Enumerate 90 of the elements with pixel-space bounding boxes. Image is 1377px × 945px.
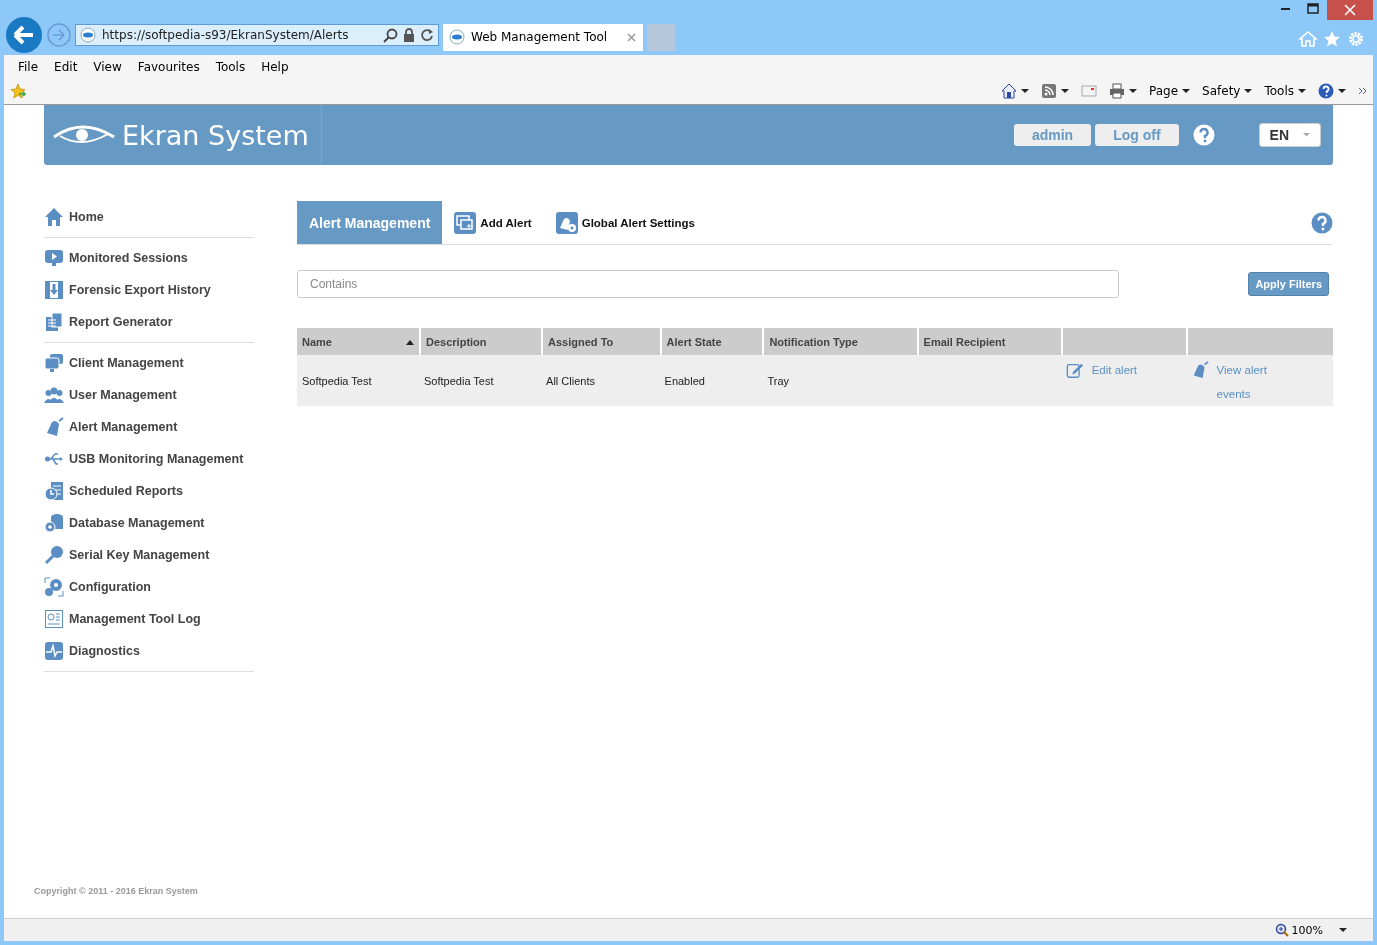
help-icon[interactable]	[1192, 124, 1215, 146]
caret-icon	[1298, 89, 1306, 93]
menu-item[interactable]: View	[85, 59, 130, 74]
menu-item[interactable]: File	[10, 59, 47, 74]
sidebar-item[interactable]: Diagnostics	[44, 635, 254, 667]
refresh-icon[interactable]	[420, 28, 434, 42]
copyright-text: Copyright © 2011 - 2016 Ekran System	[34, 886, 199, 898]
caret-icon	[1244, 89, 1253, 93]
house-icon	[44, 207, 64, 227]
close-icon[interactable]	[626, 31, 637, 43]
menu-item[interactable]: Favourites	[129, 59, 208, 74]
language-dropdown[interactable]: EN	[1258, 123, 1321, 147]
computers-icon	[44, 353, 64, 373]
sidebar-item[interactable]: Database Management	[44, 507, 254, 539]
caret-icon	[1182, 89, 1191, 93]
help-icon	[1318, 83, 1334, 99]
caret-icon	[1338, 89, 1346, 93]
lock-icon	[402, 28, 416, 42]
column-header[interactable]: Email Recipient	[916, 328, 1061, 355]
help-icon[interactable]	[1311, 211, 1333, 234]
column-header[interactable]: Name	[297, 328, 420, 355]
column-header[interactable]: Assigned To	[541, 328, 660, 355]
bell-icon	[44, 417, 64, 437]
url-text: https://softpedia-s93/EkranSystem/Alerts	[102, 28, 350, 42]
address-bar[interactable]: https://softpedia-s93/EkranSystem/Alerts	[75, 24, 439, 46]
favorites-star-icon[interactable]	[10, 82, 27, 100]
sidebar-item[interactable]: Client Management	[44, 347, 254, 379]
column-header[interactable]: Description	[419, 328, 542, 355]
home-menu-button[interactable]	[1001, 83, 1029, 99]
command-menu[interactable]: Safety	[1202, 84, 1253, 98]
menu-item[interactable]: Help	[253, 59, 297, 74]
table-cell: Enabled	[664, 374, 705, 387]
sidebar-item[interactable]: User Management	[44, 379, 254, 411]
add-screen-icon	[454, 211, 477, 234]
command-menu[interactable]: Tools	[1264, 84, 1306, 98]
caret-icon	[1021, 89, 1029, 93]
zoom-button[interactable]: 100%	[1274, 923, 1323, 937]
column-header[interactable]: Notification Type	[762, 328, 917, 355]
logo-text: Ekran System	[122, 119, 309, 151]
sidebar-item[interactable]: Report Generator	[44, 306, 254, 338]
sidebar-item[interactable]: Serial Key Management	[44, 539, 254, 571]
search-icon[interactable]	[383, 27, 398, 43]
table-cell: Softpedia Test	[424, 374, 494, 387]
menu-item[interactable]: Edit	[46, 59, 86, 74]
sidebar-item[interactable]: Alert Management	[44, 411, 254, 443]
tab[interactable]: Global Alert Settings	[543, 201, 707, 244]
command-menu[interactable]: Page	[1149, 84, 1191, 98]
sidebar-item[interactable]: Scheduled Reports	[44, 475, 254, 507]
key-icon	[44, 545, 64, 565]
log-document-icon	[44, 609, 64, 629]
table-cell: Tray	[767, 374, 789, 387]
close-icon[interactable]	[1327, 0, 1373, 20]
monitor-icon	[44, 248, 64, 268]
eye-icon	[80, 27, 96, 43]
column-header[interactable]: Alert State	[659, 328, 763, 355]
sidebar-item[interactable]: Monitored Sessions	[44, 242, 254, 274]
pulse-icon	[44, 641, 64, 661]
edit-icon	[1065, 361, 1084, 379]
caret-icon	[1061, 89, 1069, 93]
printer-icon	[1109, 83, 1125, 99]
sidebar-item[interactable]: USB Monitoring Management	[44, 443, 254, 475]
zoom-icon	[1274, 923, 1289, 937]
table-cell: All Clients	[546, 374, 595, 387]
menu-item[interactable]: Tools	[207, 59, 254, 74]
chevron-icon[interactable]	[1358, 87, 1367, 95]
help-menu-button[interactable]	[1318, 83, 1346, 99]
document-icon	[44, 312, 64, 332]
sidebar-item[interactable]: Configuration	[44, 571, 254, 603]
eye-icon	[449, 29, 465, 45]
sidebar-item[interactable]: Home	[44, 201, 254, 233]
users-icon	[44, 385, 64, 405]
caret-icon[interactable]	[1339, 928, 1347, 932]
caret-icon	[1129, 89, 1137, 93]
home-icon	[1001, 83, 1017, 99]
feeds-menu-button[interactable]	[1041, 83, 1069, 99]
back-icon[interactable]	[5, 16, 43, 54]
tab[interactable]: Add Alert	[442, 201, 544, 244]
rss-icon	[1041, 83, 1057, 99]
browser-tab[interactable]: Web Management Tool	[443, 23, 643, 51]
filter-field[interactable]: Contains	[297, 270, 1119, 298]
mail-icon[interactable]	[1081, 83, 1097, 99]
star-icon[interactable]	[1323, 30, 1341, 48]
table-cell: Softpedia Test	[302, 374, 372, 387]
film-download-icon	[44, 280, 64, 300]
tab-title: Web Management Tool	[471, 30, 609, 44]
sidebar-item[interactable]: Forensic Export History	[44, 274, 254, 306]
print-menu-button[interactable]	[1109, 83, 1137, 99]
sidebar-item[interactable]: Management Tool Log	[44, 603, 254, 635]
caret-icon	[1303, 133, 1310, 137]
calendar-clock-icon	[44, 481, 64, 501]
